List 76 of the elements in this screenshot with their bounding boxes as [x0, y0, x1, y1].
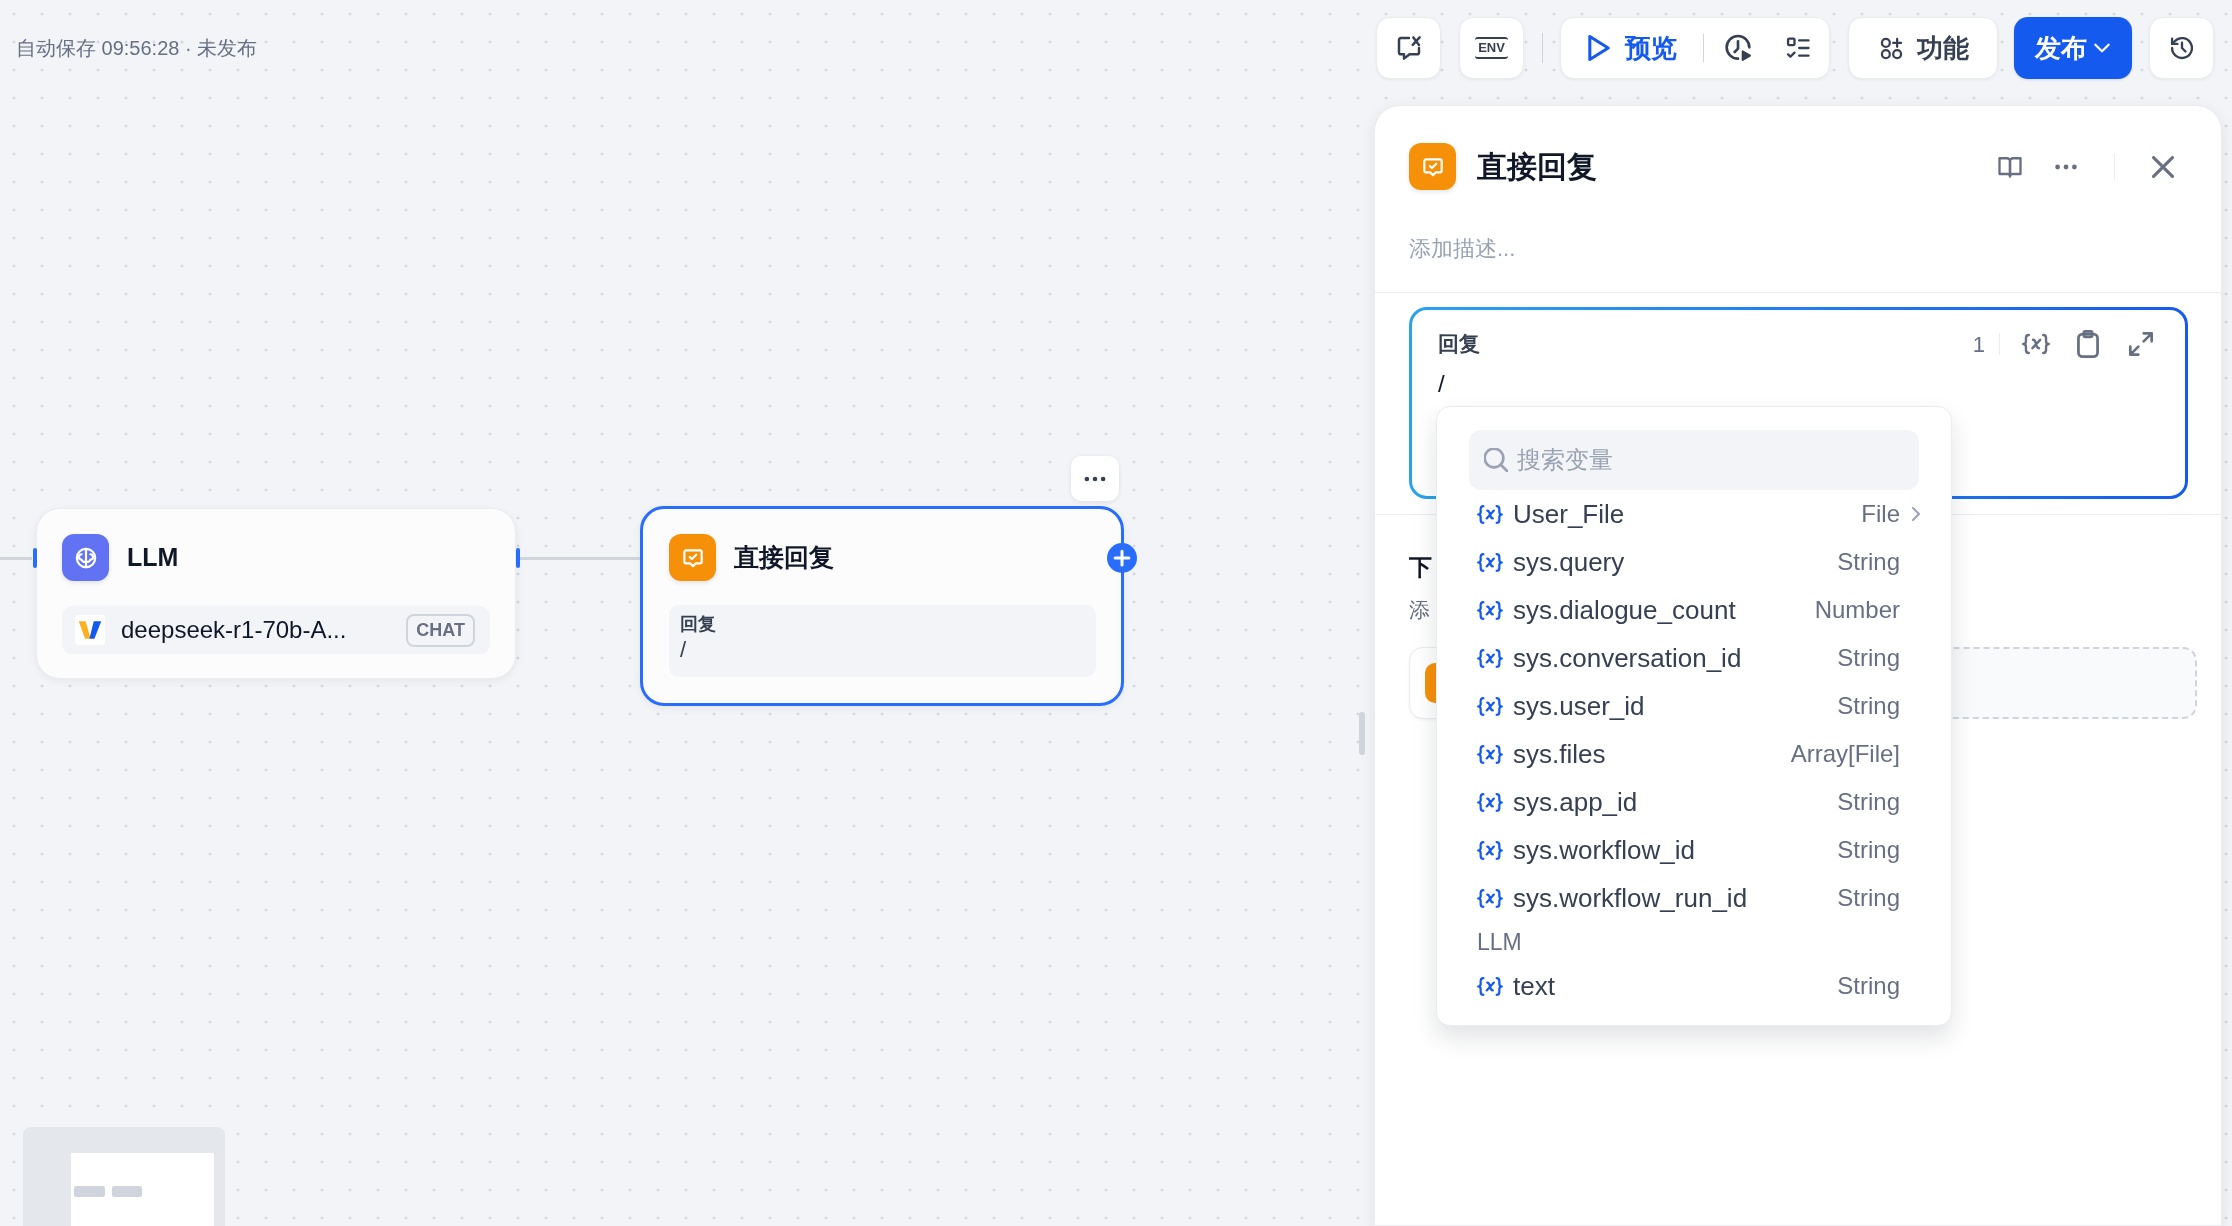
- variable-icon: [1477, 648, 1503, 668]
- variable-name[interactable]: text: [1513, 966, 1555, 1006]
- minimap-node: [74, 1186, 105, 1197]
- minimap-node: [112, 1186, 142, 1197]
- variable-icon: [1477, 976, 1503, 996]
- variable-name[interactable]: sys.workflow_id: [1513, 830, 1696, 870]
- model-selector[interactable]: deepseek-r1-70b-A... CHAT: [62, 606, 490, 654]
- variable-icon: [1477, 696, 1503, 716]
- variable-type: String: [1837, 547, 1900, 577]
- variable-name[interactable]: sys.conversation_id: [1513, 638, 1742, 678]
- node-menu-button[interactable]: [1071, 456, 1119, 501]
- group-title: LLM: [1477, 927, 1522, 957]
- next-step-description: 添: [1409, 597, 1430, 623]
- node-title: 直接回复: [734, 541, 834, 573]
- variable-type: Number: [1814, 595, 1900, 625]
- edge-line: [0, 557, 32, 560]
- mode-badge: CHAT: [406, 613, 475, 647]
- description-field[interactable]: 添加描述...: [1409, 232, 2187, 264]
- variable-type: File: [1861, 499, 1900, 529]
- chat-variable-button[interactable]: [1376, 17, 1441, 79]
- llm-node[interactable]: LLM deepseek-r1-70b-A... CHAT: [36, 508, 516, 679]
- expand-icon: [2129, 332, 2153, 356]
- variable-type: String: [1837, 643, 1900, 673]
- node-handle[interactable]: [516, 548, 520, 568]
- variable-icon: [2022, 333, 2050, 355]
- variable-icon: [1477, 840, 1503, 860]
- panel-title: 直接回复: [1477, 149, 1597, 185]
- variable-type: Array[File]: [1790, 739, 1900, 769]
- node-title: LLM: [127, 541, 179, 573]
- node-handle[interactable]: [33, 548, 37, 568]
- next-step-title: 下: [1409, 553, 1432, 582]
- variable-type: String: [1837, 691, 1900, 721]
- variable-icon: [1477, 888, 1503, 908]
- features-button[interactable]: 功能: [1848, 17, 1998, 79]
- message-check-icon: [669, 534, 716, 581]
- variable-icon: [1477, 600, 1503, 620]
- preview-button[interactable]: 预览: [1561, 23, 1703, 73]
- play-icon: [1587, 35, 1611, 61]
- character-count: 1: [1972, 330, 1985, 359]
- env-button[interactable]: ENV: [1459, 17, 1524, 79]
- variable-icon: [1477, 552, 1503, 572]
- search-icon: [1484, 448, 1508, 472]
- v-logo-icon: [75, 615, 105, 645]
- variable-name[interactable]: sys.dialogue_count: [1513, 590, 1736, 630]
- reply-label: 回复: [1438, 331, 1480, 358]
- variable-name[interactable]: sys.workflow_run_id: [1513, 878, 1748, 918]
- reply-text: /: [1438, 369, 1445, 399]
- more-icon: [2053, 163, 2079, 170]
- variable-type: String: [1837, 787, 1900, 817]
- add-node-icon[interactable]: [1107, 543, 1137, 573]
- variable-icon: [1477, 504, 1503, 524]
- clipboard-icon: [2077, 330, 2099, 358]
- version-history-button[interactable]: [2149, 17, 2214, 79]
- variable-icon: [1477, 744, 1503, 764]
- variable-name[interactable]: sys.query: [1513, 542, 1625, 582]
- variable-type: String: [1837, 835, 1900, 865]
- field-value: /: [680, 636, 687, 664]
- variable-icon: [1477, 792, 1503, 812]
- more-icon: [1084, 475, 1106, 482]
- variable-type: String: [1837, 883, 1900, 913]
- model-name: deepseek-r1-70b-A...: [121, 615, 347, 645]
- variable-name[interactable]: sys.app_id: [1513, 782, 1638, 822]
- brain-icon: [62, 534, 109, 581]
- chevron-down-icon: [2093, 43, 2111, 53]
- autosave-status: 自动保存 09:56:28 · 未发布: [16, 36, 258, 61]
- search-field[interactable]: 搜索变量: [1469, 430, 1919, 490]
- message-check-icon: [1409, 143, 1456, 190]
- close-icon: [2152, 155, 2174, 178]
- variable-name[interactable]: sys.user_id: [1513, 686, 1645, 726]
- clock-play-icon: [1722, 32, 1754, 64]
- variable-name[interactable]: sys.files: [1513, 734, 1606, 774]
- field-label: 回复: [680, 613, 716, 636]
- publish-button[interactable]: 发布: [2014, 17, 2132, 79]
- answer-node[interactable]: 直接回复 回复 /: [640, 506, 1124, 706]
- panel-resize-handle[interactable]: [1359, 712, 1365, 755]
- variable-type: String: [1837, 971, 1900, 1001]
